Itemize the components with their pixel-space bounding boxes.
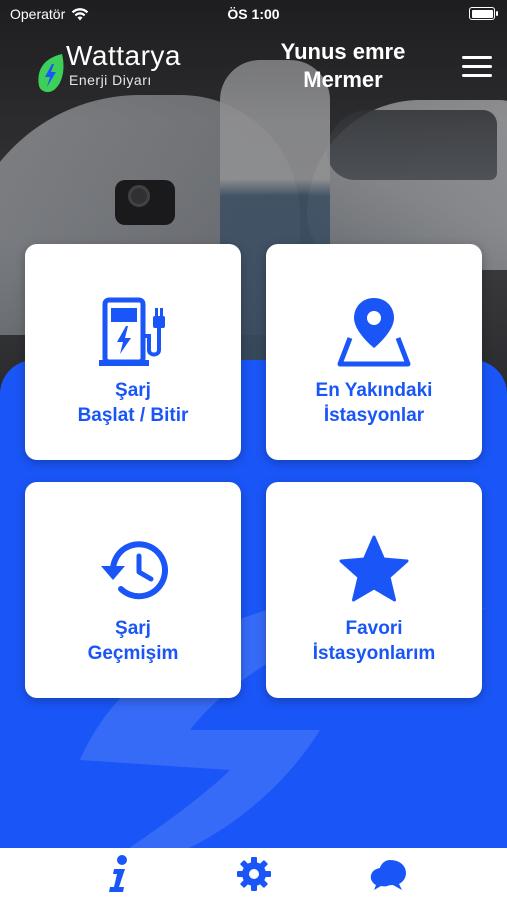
start-stop-charge-tile[interactable]: Şarj Başlat / Bitir xyxy=(25,244,241,460)
tile-label: En Yakındaki İstasyonlar xyxy=(315,380,433,426)
status-time: ÖS 1:00 xyxy=(227,6,280,22)
app-logo: Wattarya Enerji Diyarı xyxy=(36,40,216,96)
info-button[interactable] xyxy=(98,854,138,894)
tile-label: Şarj Başlat / Bitir xyxy=(77,380,189,426)
chat-button[interactable] xyxy=(368,854,408,894)
gear-icon xyxy=(237,857,271,891)
hamburger-menu-button[interactable] xyxy=(462,56,492,78)
ev-charger-icon xyxy=(99,297,165,366)
logo-wordmark: Wattarya xyxy=(66,40,181,71)
menu-line xyxy=(462,56,492,59)
favorite-stations-tile[interactable]: Favori İstasyonlarım xyxy=(266,482,482,698)
star-icon xyxy=(339,535,409,602)
logo-subtitle: Enerji Diyarı xyxy=(69,72,152,88)
charge-history-tile[interactable]: Şarj Geçmişim xyxy=(25,482,241,698)
tile-icon-wrap xyxy=(25,296,241,368)
tile-icon-wrap xyxy=(266,296,482,368)
app-header: Wattarya Enerji Diyarı Yunus emre Mermer xyxy=(0,30,507,100)
chat-icon xyxy=(370,860,406,890)
battery-icon xyxy=(469,7,498,20)
tile-label: Favori İstasyonlarım xyxy=(312,618,436,664)
user-name: Yunus emre Mermer xyxy=(280,39,406,92)
leaf-bolt-icon xyxy=(38,54,64,93)
status-bar: Operatör ÖS 1:00 xyxy=(0,0,507,28)
tile-icon-wrap xyxy=(266,534,482,606)
tile-icon-wrap xyxy=(25,534,241,606)
settings-button[interactable] xyxy=(234,854,274,894)
tile-label: Şarj Geçmişim xyxy=(87,618,179,664)
bottom-tab-bar xyxy=(0,848,507,900)
menu-line xyxy=(462,74,492,77)
info-icon xyxy=(109,855,127,892)
map-pin-icon xyxy=(337,298,411,367)
history-icon xyxy=(101,541,168,600)
nearby-stations-tile[interactable]: En Yakındaki İstasyonlar xyxy=(266,244,482,460)
menu-line xyxy=(462,65,492,68)
